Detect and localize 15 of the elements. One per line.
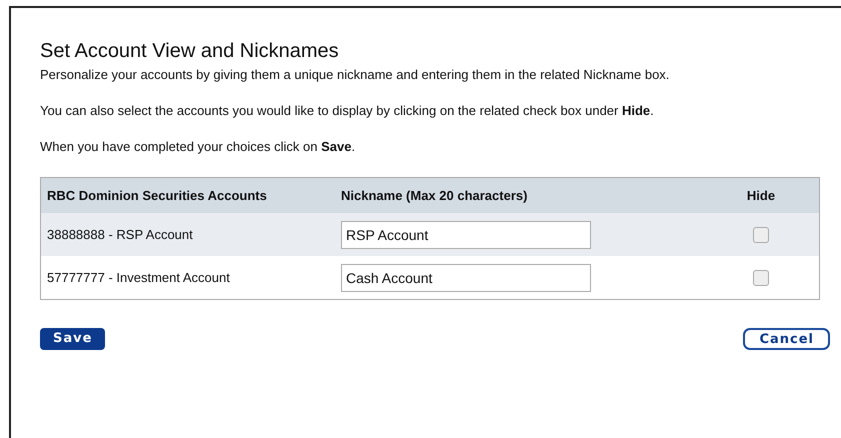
nickname-field[interactable]: RSP Account <box>341 220 591 248</box>
instruction-text: Personalize your accounts by giving them a unique nickname and entering them in the related Nickname box. <box>40 66 670 84</box>
nickname-field[interactable]: Cash Account <box>341 264 591 292</box>
instruction-text: You can also select the accounts you would like to display by clicking on the related check box under Hide. <box>40 102 655 120</box>
page-title: Set Account View and Nicknames <box>40 39 340 64</box>
column-header: RBC Dominion Securities Accounts <box>46 186 268 205</box>
account-cell-text: 57777777 - Investment Account <box>46 268 231 287</box>
hide-checkbox[interactable] <box>753 270 769 286</box>
save-button[interactable]: Save <box>40 328 106 350</box>
column-header: Hide <box>746 186 776 205</box>
hide-checkbox[interactable] <box>753 226 769 242</box>
account-cell-text: 38888888 - RSP Account <box>46 226 194 244</box>
instruction-text: When you have completed your choices click on Save. <box>40 138 356 156</box>
column-header: Nickname (Max 20 characters) <box>341 186 528 205</box>
cancel-button[interactable]: Cancel <box>743 328 830 350</box>
